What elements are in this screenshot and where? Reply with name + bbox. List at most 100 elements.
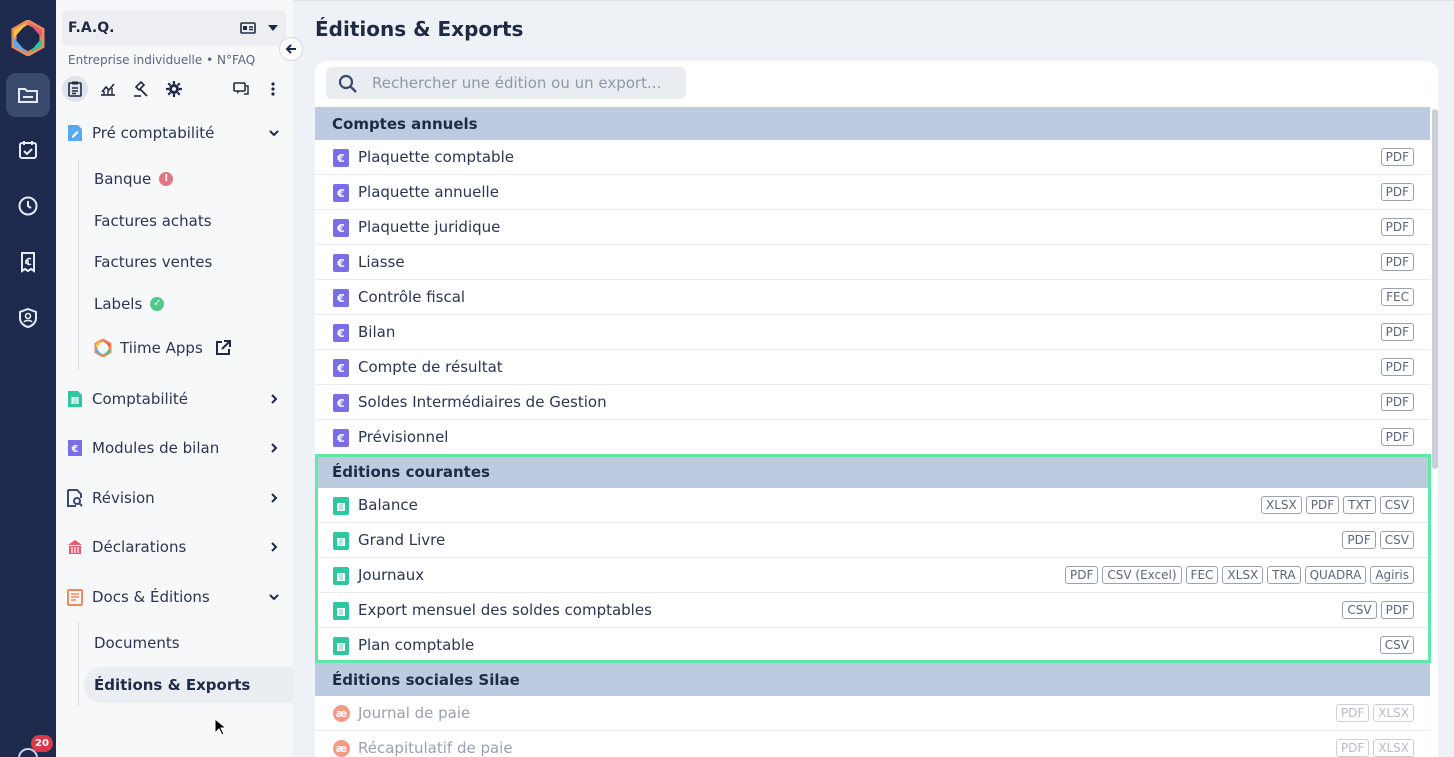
export-label: Soldes Intermédiaires de Gestion — [358, 393, 607, 411]
format-button-txt[interactable]: TXT — [1343, 496, 1376, 514]
id-card-icon[interactable] — [240, 22, 256, 34]
format-button-pdf[interactable]: PDF — [1380, 148, 1414, 166]
export-row-plaquette-juridique[interactable]: € Plaquette juridique PDF — [315, 210, 1430, 245]
format-button-pdf[interactable]: PDF — [1380, 323, 1414, 341]
nav-section-pre-comptabilite[interactable]: Pré comptabilité — [56, 118, 293, 148]
search-bar[interactable] — [326, 67, 686, 99]
format-button-csv[interactable]: CSV — [1379, 636, 1414, 654]
euro-doc-icon: € — [333, 219, 349, 237]
format-button-pdf[interactable]: PDF — [1380, 183, 1414, 201]
export-row-controle-fiscal[interactable]: € Contrôle fiscal FEC — [315, 280, 1430, 315]
sidebar-item-editions-exports[interactable]: Éditions & Exports — [84, 667, 293, 703]
format-button-agiris[interactable]: Agiris — [1370, 566, 1414, 584]
chevron-right-icon[interactable] — [268, 393, 280, 405]
sidebar-item-tiime-apps[interactable]: Tiime Apps — [94, 339, 231, 357]
format-button-csv[interactable]: CSV — [1379, 531, 1414, 549]
format-button-pdf[interactable]: PDF — [1380, 601, 1414, 619]
gear-icon[interactable] — [161, 76, 187, 102]
more-vertical-icon[interactable] — [260, 76, 286, 102]
calculator-doc-icon — [68, 391, 82, 407]
app-logo-icon[interactable] — [10, 20, 46, 56]
format-button-pdf[interactable]: PDF — [1335, 739, 1370, 757]
export-row-recapitulatif-de-paie[interactable]: æ Récapitulatif de paie PDF XLSX — [315, 731, 1430, 757]
format-button-xlsx[interactable]: XLSX — [1373, 704, 1414, 722]
folder-icon[interactable] — [6, 73, 50, 117]
chevron-down-icon[interactable] — [268, 127, 280, 139]
nav-section-modules-de-bilan[interactable]: € Modules de bilan — [56, 433, 293, 463]
export-row-plaquette-annuelle[interactable]: € Plaquette annuelle PDF — [315, 175, 1430, 210]
sidebar-item-banque[interactable]: Banque ! — [94, 170, 174, 188]
export-row-plan-comptable[interactable]: Plan comptable CSV — [315, 628, 1430, 663]
sidebar-item-labels[interactable]: Labels ✓ — [94, 295, 165, 313]
sidebar-item-documents[interactable]: Documents — [94, 634, 180, 652]
chevron-right-icon[interactable] — [268, 442, 280, 454]
chat-icon[interactable] — [228, 76, 254, 102]
format-button-csv[interactable]: CSV — [1379, 496, 1414, 514]
export-row-balance[interactable]: Balance XLSX PDF TXT CSV — [315, 488, 1430, 523]
search-input[interactable] — [372, 67, 672, 99]
company-selector[interactable]: F.A.Q. — [62, 10, 286, 46]
user-shield-icon[interactable] — [6, 296, 50, 340]
format-button-pdf[interactable]: PDF — [1342, 531, 1376, 549]
company-subtitle: Entreprise individuelle • N°FAQ — [68, 53, 256, 67]
format-button-xlsx[interactable]: XLSX — [1260, 496, 1302, 514]
format-tags: PDF CSV (Excel) FEC XLSX TRA QUADRA Agiris — [1064, 566, 1414, 584]
export-row-compte-de-resultat[interactable]: € Compte de résultat PDF — [315, 350, 1430, 385]
chevron-right-icon[interactable] — [268, 492, 280, 504]
calendar-check-icon[interactable] — [6, 128, 50, 172]
receipt-euro-icon[interactable] — [6, 240, 50, 284]
format-button-pdf[interactable]: PDF — [1305, 496, 1340, 514]
export-row-soldes-intermediaires-de-gestion[interactable]: € Soldes Intermédiaires de Gestion PDF — [315, 385, 1430, 420]
format-button-xlsx[interactable]: XLSX — [1222, 566, 1264, 584]
external-link-icon[interactable] — [215, 340, 231, 356]
company-name: F.A.Q. — [68, 20, 115, 36]
export-row-export-mensuel-des-soldes-comptables[interactable]: Export mensuel des soldes comptables CSV P… — [315, 593, 1430, 628]
chevron-down-icon[interactable] — [268, 591, 280, 603]
export-row-journal-de-paie[interactable]: æ Journal de paie PDF XLSX — [315, 696, 1430, 731]
exports-panel: Comptes annuels € Plaquette comptable PDF € P… — [315, 61, 1438, 757]
euro-doc-icon: € — [333, 184, 349, 202]
clock-icon[interactable] — [6, 184, 50, 228]
format-button-quadra[interactable]: QUADRA — [1304, 566, 1367, 584]
export-row-previsionnel[interactable]: € Prévisionnel PDF — [315, 420, 1430, 455]
export-row-bilan[interactable]: € Bilan PDF — [315, 315, 1430, 350]
nav-section-revision[interactable]: Révision — [56, 483, 293, 513]
sidebar-item-factures-achats[interactable]: Factures achats — [94, 212, 212, 230]
euro-doc-icon: € — [333, 359, 349, 377]
format-button-fec[interactable]: FEC — [1381, 288, 1414, 306]
format-button-pdf[interactable]: PDF — [1380, 428, 1414, 446]
format-button-pdf[interactable]: PDF — [1380, 218, 1414, 236]
sidebar: F.A.Q. Entreprise individuelle • N°FAQ P… — [56, 0, 293, 757]
nav-section-declarations[interactable]: Déclarations — [56, 532, 293, 562]
document-edit-icon — [68, 125, 82, 141]
nav-section-docs-editions[interactable]: Docs & Éditions — [56, 582, 293, 612]
collapse-sidebar-button[interactable] — [279, 37, 303, 61]
format-tags: PDF XLSX — [1335, 739, 1414, 757]
format-button-xlsx[interactable]: XLSX — [1373, 739, 1414, 757]
format-button-csv[interactable]: CSV — [1342, 601, 1377, 619]
nav-section-label: Docs & Éditions — [92, 588, 210, 606]
format-button-pdf[interactable]: PDF — [1380, 253, 1414, 271]
clipboard-icon[interactable] — [62, 76, 88, 102]
chevron-down-icon[interactable] — [268, 25, 278, 31]
chart-icon[interactable] — [95, 76, 121, 102]
sidebar-item-factures-ventes[interactable]: Factures ventes — [94, 253, 212, 271]
export-row-plaquette-comptable[interactable]: € Plaquette comptable PDF — [315, 140, 1430, 175]
export-row-liasse[interactable]: € Liasse PDF — [315, 245, 1430, 280]
export-label: Plaquette comptable — [358, 148, 514, 166]
scrollbar[interactable] — [1432, 109, 1438, 469]
chevron-right-icon[interactable] — [268, 541, 280, 553]
format-button-csv-excel[interactable]: CSV (Excel) — [1102, 566, 1182, 584]
format-button-pdf[interactable]: PDF — [1064, 566, 1099, 584]
nav-section-comptabilite[interactable]: Comptabilité — [56, 384, 293, 414]
format-button-pdf[interactable]: PDF — [1335, 704, 1370, 722]
export-row-grand-livre[interactable]: Grand Livre PDF CSV — [315, 523, 1430, 558]
gavel-icon[interactable] — [128, 76, 154, 102]
format-button-pdf[interactable]: PDF — [1380, 393, 1414, 411]
format-tags: PDF — [1380, 148, 1414, 166]
format-button-tra[interactable]: TRA — [1267, 566, 1301, 584]
export-row-journaux[interactable]: Journaux PDF CSV (Excel) FEC XLSX TRA QUADRA Ag… — [315, 558, 1430, 593]
format-tags: PDF — [1380, 218, 1414, 236]
format-button-pdf[interactable]: PDF — [1380, 358, 1414, 376]
format-button-fec[interactable]: FEC — [1185, 566, 1219, 584]
